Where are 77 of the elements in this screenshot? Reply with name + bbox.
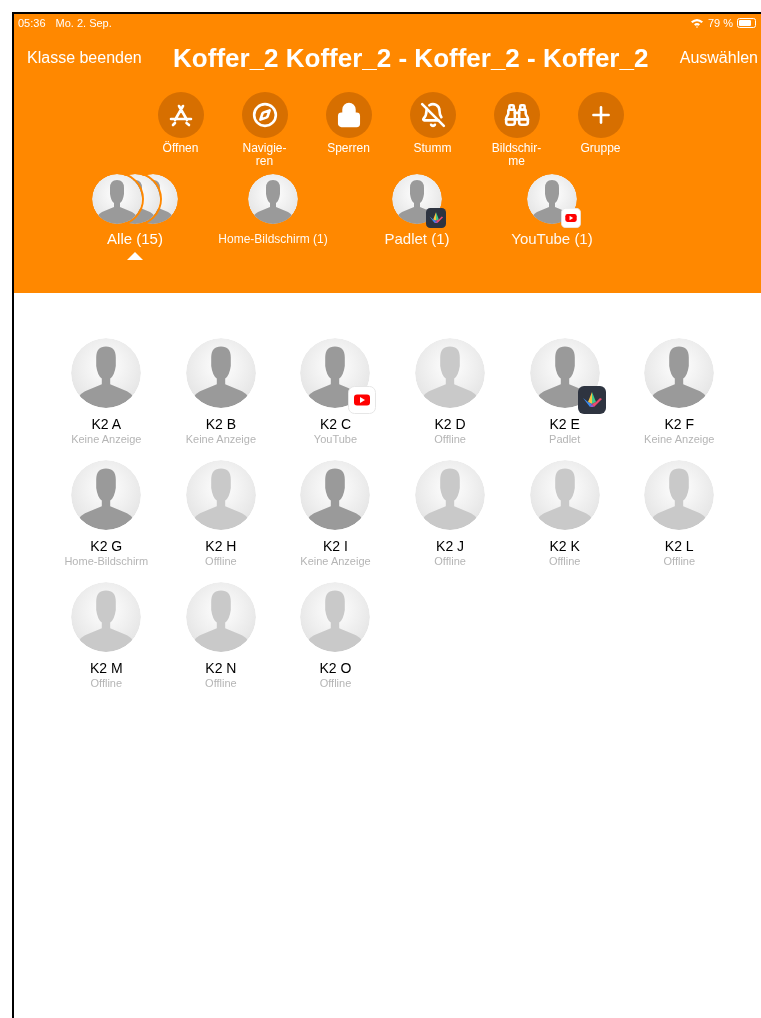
student-status: Padlet <box>549 432 581 446</box>
action-label: Bildschir- me <box>491 142 542 168</box>
action-label: Navigie- ren <box>242 142 287 168</box>
action-label: Sperren <box>327 142 370 155</box>
action-button[interactable] <box>325 92 372 138</box>
video-app-icon <box>348 386 377 414</box>
student-avatar <box>415 338 486 408</box>
student-avatar <box>644 338 715 408</box>
paper-crane-app-icon <box>426 208 446 228</box>
student-name: K2 M <box>89 660 123 676</box>
action-label: Gruppe <box>580 142 621 155</box>
student-name: K2 E <box>549 416 580 432</box>
student-avatar <box>185 582 256 652</box>
student-name: K2 A <box>91 416 122 432</box>
class-title: Koffer_2 Koffer_2 - Koffer_2 - Koffer_2 <box>173 42 649 74</box>
student-name: K2 G <box>90 538 123 554</box>
student-avatar <box>71 338 142 408</box>
student-status: YouTube <box>313 432 358 446</box>
binoculars-icon <box>503 102 530 128</box>
student-name: K2 F <box>664 416 695 432</box>
student-status: Offline <box>548 554 581 568</box>
student-status: Offline <box>319 676 352 690</box>
student-avatar <box>300 460 371 530</box>
student-avatar <box>71 460 142 530</box>
student-avatar <box>185 338 256 408</box>
student-name: K2 D <box>434 416 466 432</box>
group-tab[interactable]: Padlet (1) <box>384 230 450 248</box>
group-tab[interactable]: YouTube (1) <box>511 230 593 248</box>
action-button[interactable] <box>157 92 204 138</box>
student-name: K2 I <box>323 538 348 554</box>
lock-icon <box>335 102 362 128</box>
student-name: K2 O <box>319 660 352 676</box>
student-name: K2 B <box>205 416 237 432</box>
student-name: K2 K <box>549 538 580 554</box>
student-status: Offline <box>90 676 123 690</box>
student-name: K2 L <box>664 538 694 554</box>
student-status: Keine Anzeige <box>185 432 257 446</box>
student-name: K2 C <box>319 416 352 432</box>
action-button[interactable] <box>241 92 288 138</box>
student-status: Offline <box>434 432 466 446</box>
status-date: Mo. 2. Sep. <box>55 17 112 29</box>
student-status: Offline <box>205 554 237 568</box>
student-avatar <box>644 460 715 530</box>
group-tab[interactable]: Alle (15) <box>107 230 163 248</box>
action-button[interactable] <box>493 92 540 138</box>
wifi-icon <box>689 18 704 28</box>
student-status: Keine Anzeige <box>644 432 715 446</box>
status-time: 05:36 <box>18 17 46 29</box>
student-status: Offline <box>205 676 237 690</box>
student-name: K2 H <box>205 538 237 554</box>
action-label: Öffnen <box>162 142 199 155</box>
student-status: Offline <box>663 554 696 568</box>
select-link[interactable]: Auswählen <box>679 49 758 67</box>
video-app-icon <box>561 208 581 228</box>
action-label: Stumm <box>413 142 452 155</box>
avatar <box>92 174 142 224</box>
student-avatar <box>185 460 256 530</box>
student-status: Keine Anzeige <box>71 432 142 446</box>
compass-icon <box>251 102 278 128</box>
student-avatar <box>529 460 600 530</box>
student-status: Keine Anzeige <box>300 554 371 568</box>
avatar <box>248 174 298 224</box>
group-tab[interactable]: Home-Bildschirm (1) <box>218 230 328 248</box>
bell-off-icon <box>419 102 446 128</box>
battery-percent: 79 % <box>707 17 733 29</box>
student-avatar <box>71 582 142 652</box>
student-status: Offline <box>434 554 466 568</box>
end-class-link[interactable]: Klasse beenden <box>27 49 142 67</box>
paper-crane-app-icon <box>577 386 606 414</box>
battery-icon <box>737 18 757 28</box>
action-button[interactable] <box>409 92 456 138</box>
student-status: Home-Bildschirm <box>64 554 149 568</box>
student-name: K2 N <box>205 660 237 676</box>
student-avatar <box>300 582 371 652</box>
student-name: K2 J <box>436 538 465 554</box>
action-button[interactable] <box>577 92 624 138</box>
student-avatar <box>415 460 486 530</box>
